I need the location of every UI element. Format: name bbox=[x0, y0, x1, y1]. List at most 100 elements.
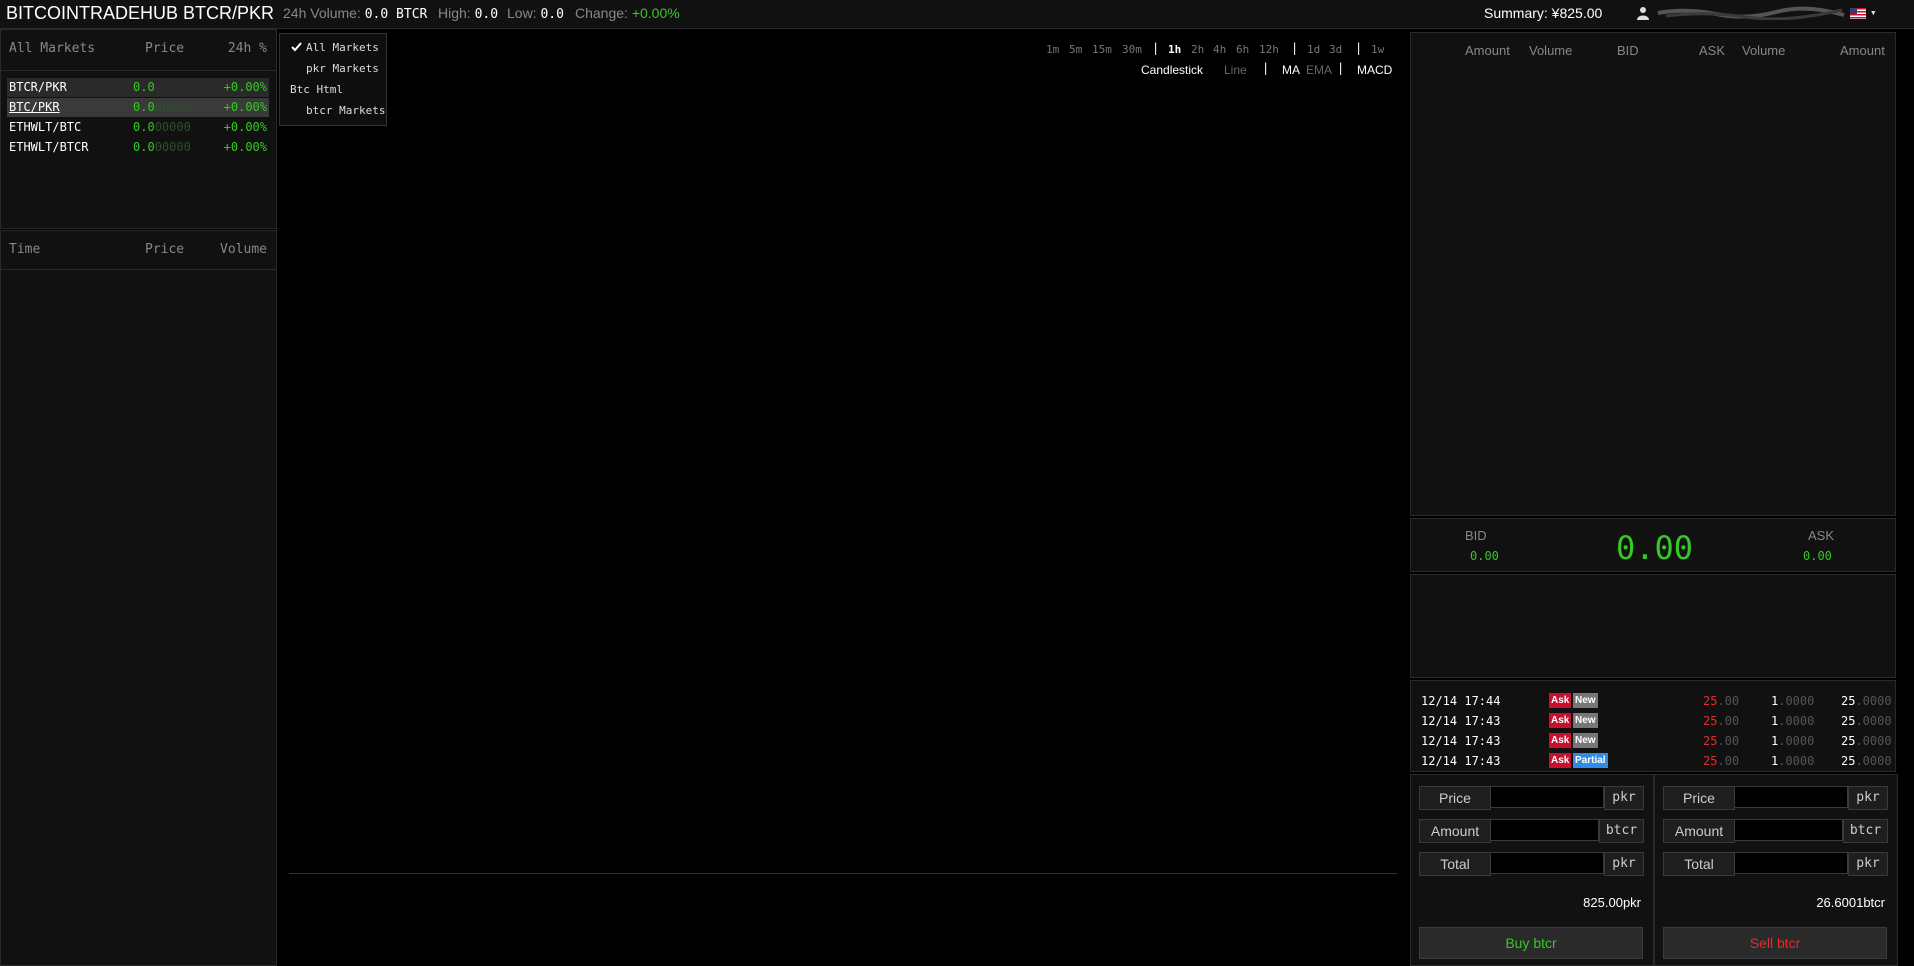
indicator-separator: | bbox=[1337, 61, 1345, 75]
change-value: +0.00% bbox=[631, 5, 680, 21]
market-row[interactable]: ETHWLT/BTC 0.000000 +0.00% bbox=[7, 118, 269, 137]
buy-total-input[interactable] bbox=[1490, 852, 1604, 874]
order-amount: 1.0000 bbox=[1771, 754, 1815, 768]
timeframe-15m[interactable]: 15m bbox=[1092, 43, 1112, 56]
indicator-ema[interactable]: EMA bbox=[1306, 63, 1332, 77]
ticker-last-price: 0.00 bbox=[1616, 529, 1694, 567]
order-status-badge: New bbox=[1573, 733, 1598, 748]
market-filter-dropdown[interactable]: All Markets pkr Markets Btc Html btcr Ma… bbox=[279, 33, 387, 126]
order-time: 12/14 17:43 bbox=[1421, 734, 1501, 748]
timeframe-30m[interactable]: 30m bbox=[1122, 43, 1142, 56]
username-redacted[interactable] bbox=[1656, 6, 1846, 20]
order-price: 25.00 bbox=[1703, 754, 1740, 768]
timeframe-separator: | bbox=[1291, 41, 1299, 55]
sell-button[interactable]: Sell btcr bbox=[1663, 927, 1887, 959]
order-row[interactable]: 12/14 17:43 Ask Partial 25.00 1.0000 25.… bbox=[1421, 752, 1892, 770]
sell-amount-unit: btcr bbox=[1843, 819, 1888, 843]
volume-stat: 24h Volume: 0.0 BTCR bbox=[283, 5, 427, 22]
dropdown-item-all-markets[interactable]: All Markets bbox=[306, 41, 379, 54]
markets-header[interactable]: All Markets bbox=[9, 41, 95, 56]
dropdown-item-btcr-markets[interactable]: btcr Markets bbox=[306, 104, 385, 117]
order-status-badge: Partial bbox=[1573, 753, 1608, 768]
buy-price-unit: pkr bbox=[1604, 786, 1644, 810]
caret-down-icon[interactable]: ▾ bbox=[1870, 6, 1877, 19]
indicator-macd[interactable]: MACD bbox=[1357, 63, 1392, 77]
timeframe-5m[interactable]: 5m bbox=[1069, 43, 1082, 56]
sell-amount-label: Amount bbox=[1663, 819, 1735, 843]
order-book-panel: Amount Volume BID ASK Volume Amount bbox=[1410, 32, 1896, 516]
buy-price-input[interactable] bbox=[1490, 786, 1604, 808]
chart-type-separator: | bbox=[1262, 61, 1270, 75]
dropdown-item-pkr-markets[interactable]: pkr Markets bbox=[306, 62, 379, 75]
orderbook-ask-amount-header: Amount bbox=[1840, 43, 1885, 58]
ticker-ask-label: ASK bbox=[1808, 528, 1835, 543]
timeframe-1w[interactable]: 1w bbox=[1371, 43, 1384, 56]
sell-amount-input[interactable] bbox=[1734, 819, 1843, 841]
order-row[interactable]: 12/14 17:43 Ask New 25.00 1.0000 25.0000 bbox=[1421, 732, 1892, 750]
sell-available-balance[interactable]: 26.6001btcr bbox=[1816, 895, 1885, 911]
market-price: 0.0 bbox=[133, 80, 155, 94]
price-chart[interactable] bbox=[279, 29, 1409, 966]
sell-total-input[interactable] bbox=[1734, 852, 1848, 874]
market-pair: BTCR/PKR bbox=[9, 80, 67, 94]
timeframe-1m[interactable]: 1m bbox=[1046, 43, 1059, 56]
high-value: 0.0 bbox=[474, 7, 499, 22]
timeframe-12h[interactable]: 12h bbox=[1259, 43, 1279, 56]
timeframe-4h[interactable]: 4h bbox=[1213, 43, 1226, 56]
markets-panel: All Markets Price 24h % BTCR/PKR 0.0 +0.… bbox=[0, 29, 277, 229]
order-total: 25.0000 bbox=[1841, 754, 1892, 768]
user-icon[interactable] bbox=[1637, 6, 1649, 20]
indicator-ma[interactable]: MA bbox=[1282, 63, 1300, 77]
trades-time-header: Time bbox=[9, 242, 41, 257]
buy-amount-input[interactable] bbox=[1490, 819, 1599, 841]
timeframe-1h[interactable]: 1h bbox=[1168, 43, 1181, 56]
trades-volume-header: Volume bbox=[220, 242, 267, 257]
timeframe-6h[interactable]: 6h bbox=[1236, 43, 1249, 56]
timeframe-3d[interactable]: 3d bbox=[1329, 43, 1342, 56]
markets-price-header[interactable]: Price bbox=[145, 41, 184, 56]
order-total: 25.0000 bbox=[1841, 694, 1892, 708]
order-time: 12/14 17:43 bbox=[1421, 754, 1501, 768]
order-status-badge: New bbox=[1573, 713, 1598, 728]
order-amount: 1.0000 bbox=[1771, 734, 1815, 748]
buy-available-balance[interactable]: 825.00pkr bbox=[1583, 895, 1641, 911]
ticker-ask-value[interactable]: 0.00 bbox=[1803, 549, 1832, 563]
order-amount: 1.0000 bbox=[1771, 714, 1815, 728]
ticker-bid-value[interactable]: 0.00 bbox=[1470, 549, 1499, 563]
order-row[interactable]: 12/14 17:44 Ask New 25.00 1.0000 25.0000 bbox=[1421, 692, 1892, 710]
market-row[interactable]: BTC/PKR 0.000000 +0.00% bbox=[7, 98, 269, 117]
ticker-bid-label: BID bbox=[1465, 528, 1487, 543]
sell-price-input[interactable] bbox=[1734, 786, 1848, 808]
summary-balance[interactable]: Summary: ¥825.00 bbox=[1484, 5, 1602, 21]
order-price: 25.00 bbox=[1703, 694, 1740, 708]
timeframe-1d[interactable]: 1d bbox=[1307, 43, 1320, 56]
trades-price-header: Price bbox=[145, 242, 185, 257]
sell-total-row: Total pkr bbox=[1663, 852, 1888, 876]
brand-title: BITCOINTRADEHUB BTCR/PKR bbox=[6, 3, 275, 23]
market-row[interactable]: BTCR/PKR 0.0 +0.00% bbox=[7, 78, 269, 97]
buy-button[interactable]: Buy btcr bbox=[1419, 927, 1643, 959]
low-stat: Low: 0.0 bbox=[507, 5, 564, 22]
orderbook-ask-header: ASK bbox=[1699, 43, 1726, 58]
buy-amount-label: Amount bbox=[1419, 819, 1491, 843]
sell-price-unit: pkr bbox=[1848, 786, 1888, 810]
chart-type-candlestick[interactable]: Candlestick bbox=[1141, 63, 1203, 77]
sell-total-unit: pkr bbox=[1848, 852, 1888, 876]
us-flag-icon[interactable] bbox=[1850, 8, 1866, 19]
timeframe-2h[interactable]: 2h bbox=[1191, 43, 1204, 56]
chart-type-line[interactable]: Line bbox=[1224, 63, 1247, 77]
order-row[interactable]: 12/14 17:43 Ask New 25.00 1.0000 25.0000 bbox=[1421, 712, 1892, 730]
order-side-badge: Ask bbox=[1549, 753, 1572, 768]
market-row[interactable]: ETHWLT/BTCR 0.000000 +0.00% bbox=[7, 138, 269, 157]
order-total: 25.0000 bbox=[1841, 734, 1892, 748]
market-pair: ETHWLT/BTC bbox=[9, 120, 82, 134]
price-ticker: BID 0.00 0.00 ASK 0.00 bbox=[1410, 518, 1896, 572]
buy-total-label: Total bbox=[1419, 852, 1491, 876]
orderbook-ask-volume-header: Volume bbox=[1742, 43, 1786, 58]
markets-change-header[interactable]: 24h % bbox=[228, 41, 267, 56]
order-price: 25.00 bbox=[1703, 734, 1740, 748]
market-price: 0.000000 bbox=[133, 120, 191, 134]
market-change: +0.00% bbox=[223, 140, 267, 154]
check-icon bbox=[291, 42, 302, 52]
market-price: 0.000000 bbox=[133, 100, 191, 114]
